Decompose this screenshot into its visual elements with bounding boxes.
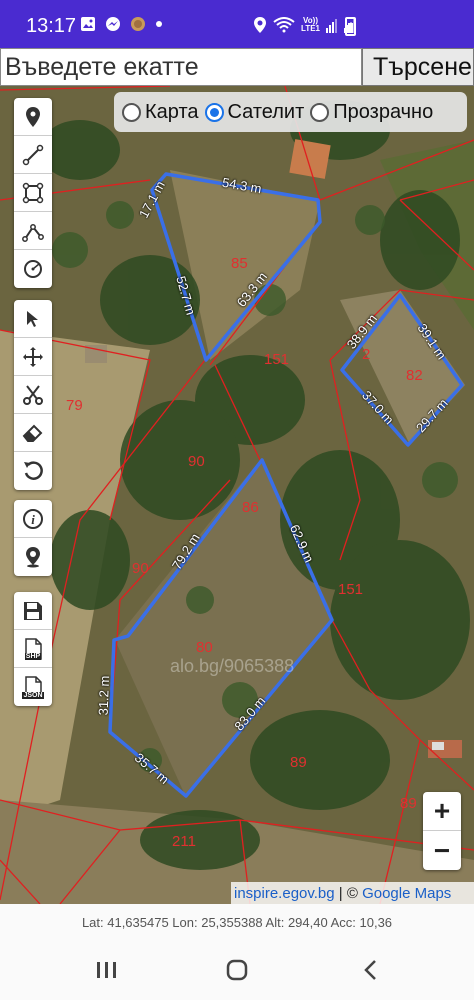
system-nav-bar	[0, 940, 474, 1000]
parcel-label: 151	[338, 581, 364, 598]
location-icon	[254, 17, 267, 33]
layer-option-satellite[interactable]: Сателит	[204, 101, 304, 124]
zoom-in-button[interactable]: +	[423, 792, 461, 831]
parcel-label: 79	[66, 397, 83, 414]
path-tool-button[interactable]	[14, 212, 52, 250]
polygon-tool-button[interactable]	[14, 174, 52, 212]
path-icon	[22, 223, 44, 242]
json-label: JSON	[22, 692, 44, 699]
volte-icon: Vo)) LTE1	[301, 16, 320, 33]
dot-icon	[156, 21, 162, 27]
locate-button[interactable]	[14, 538, 52, 576]
home-icon[interactable]	[222, 956, 252, 984]
erase-tool-button[interactable]	[14, 414, 52, 452]
info-button[interactable]: i	[14, 500, 52, 538]
layer-option-map[interactable]: Карта	[122, 101, 199, 124]
zoom-control: + −	[423, 792, 461, 870]
parcel-label: 90	[132, 560, 149, 577]
export-shp-button[interactable]: SHP	[14, 630, 52, 668]
radio-button[interactable]	[310, 102, 330, 122]
messenger-icon	[106, 17, 120, 31]
layer-option-transparent[interactable]: Прозрачно	[310, 101, 433, 124]
zoom-out-button[interactable]: −	[423, 831, 461, 870]
edit-toolbar	[14, 300, 52, 490]
parcel-label: 211	[172, 833, 196, 850]
circle-tool-button[interactable]	[14, 250, 52, 288]
parcel-label: 151	[264, 351, 290, 368]
save-button[interactable]	[14, 592, 52, 630]
move-tool-button[interactable]	[14, 338, 52, 376]
undo-icon	[24, 461, 43, 480]
coin-icon	[131, 17, 145, 31]
coordinates-readout: Lat: 41,635475 Lon: 25,355388 Alt: 294,4…	[0, 904, 474, 940]
status-time: 13:17	[26, 15, 77, 37]
circle-icon	[24, 260, 42, 278]
info-toolbar: i	[14, 500, 52, 576]
line-tool-button[interactable]	[14, 136, 52, 174]
measure-label: 31.2 m	[95, 675, 113, 716]
move-icon	[23, 346, 43, 367]
draw-toolbar	[14, 98, 52, 288]
parcel-label: 86	[242, 499, 259, 516]
eraser-icon	[22, 424, 43, 442]
line-icon	[22, 144, 44, 165]
recents-icon[interactable]	[92, 956, 122, 984]
cut-icon	[23, 384, 43, 405]
image-icon	[81, 17, 95, 31]
satellite-map[interactable]: 85 151 82 2 79 90 86 90 80 151 89 89 211…	[0, 86, 474, 904]
search-bar: Търсене	[0, 48, 474, 86]
export-json-button[interactable]: JSON	[14, 668, 52, 706]
marker-tool-button[interactable]	[14, 98, 52, 136]
attribution-link[interactable]: inspire.egov.bg	[234, 885, 335, 902]
file-toolbar: SHP JSON	[14, 592, 52, 706]
polygon-icon	[22, 182, 44, 203]
status-bar: 13:17 Vo)) LTE1	[0, 0, 474, 48]
select-icon	[27, 310, 38, 327]
layer-selector: Карта Сателит Прозрачно	[114, 92, 467, 132]
parcel-label: 80	[196, 639, 213, 656]
parcel-label: 89	[400, 795, 417, 812]
locate-icon	[26, 547, 40, 568]
parcel-label: 2	[362, 346, 371, 363]
undo-tool-button[interactable]	[14, 452, 52, 490]
battery-icon	[345, 17, 356, 36]
cut-tool-button[interactable]	[14, 376, 52, 414]
radio-button-selected[interactable]	[204, 102, 224, 122]
parcel-label: 82	[406, 367, 423, 384]
ekatte-search-input[interactable]	[0, 48, 362, 86]
svg-text:i: i	[31, 512, 35, 527]
marker-icon	[26, 106, 40, 127]
radio-button[interactable]	[122, 102, 141, 122]
shp-label: SHP	[24, 653, 42, 660]
watermark: alo.bg/9065388	[170, 656, 295, 676]
parcel-label: 85	[231, 255, 248, 272]
signal-icon	[326, 19, 337, 33]
map-attribution: inspire.egov.bg | © Google Maps	[231, 882, 474, 904]
wifi-icon	[273, 17, 295, 33]
parcel-label: 90	[188, 453, 205, 470]
search-button[interactable]: Търсене	[362, 48, 474, 86]
parcel-label: 89	[290, 754, 307, 771]
attribution-separator: | ©	[334, 884, 363, 902]
back-icon[interactable]	[356, 956, 386, 984]
attribution-provider[interactable]: Google Maps	[362, 885, 451, 902]
save-icon	[24, 601, 42, 620]
select-tool-button[interactable]	[14, 300, 52, 338]
info-icon: i	[23, 508, 43, 529]
map-canvas[interactable]	[0, 86, 474, 904]
